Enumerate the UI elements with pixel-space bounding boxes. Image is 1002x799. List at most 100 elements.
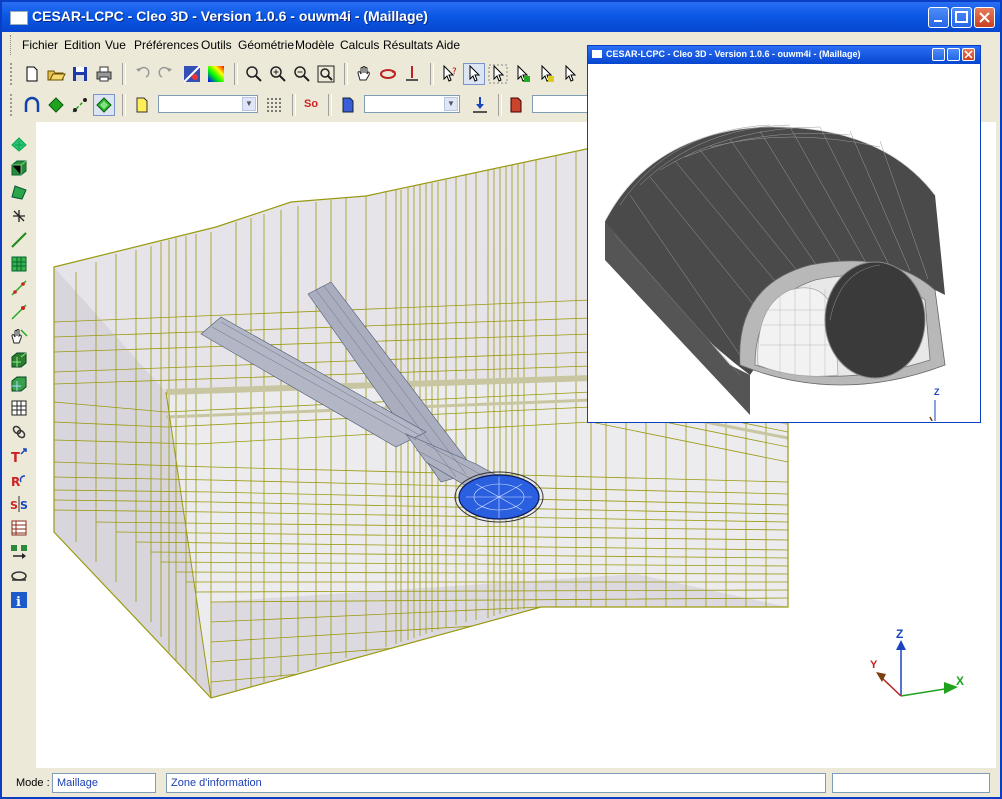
menu-preferences[interactable]: Préférences [134, 38, 199, 52]
table-mesh-button[interactable] [9, 398, 29, 418]
close-button[interactable] [974, 7, 995, 28]
close-icon [979, 12, 990, 23]
select-box-button[interactable] [488, 64, 508, 84]
so-button[interactable]: So [302, 95, 322, 115]
menu-outils[interactable]: Outils [201, 38, 232, 52]
green-block-button[interactable] [93, 94, 115, 116]
menu-calculs[interactable]: Calculs [340, 38, 379, 52]
menu-fichier[interactable]: Fichier [22, 38, 58, 52]
volume-mesh-button[interactable] [9, 350, 29, 370]
maximize-button[interactable] [951, 7, 972, 28]
green-block-icon [96, 97, 112, 113]
open-folder-icon [47, 70, 66, 81]
grid-mesh-button[interactable] [9, 254, 29, 274]
menu-aide[interactable]: Aide [436, 38, 460, 52]
move-node-button[interactable] [9, 326, 29, 346]
check-button[interactable] [9, 566, 29, 586]
select-green-button[interactable] [512, 64, 532, 84]
load-button[interactable] [470, 95, 490, 115]
undo-button[interactable] [132, 64, 152, 84]
toolbar-separator [430, 63, 434, 85]
green-point-button[interactable] [46, 95, 66, 115]
print-button[interactable] [94, 64, 114, 84]
help-cursor-button[interactable]: ? [440, 64, 460, 84]
select-multi-button[interactable] [560, 64, 580, 84]
toolbar-grip[interactable] [10, 94, 15, 116]
group-button[interactable] [132, 95, 152, 115]
menu-vue[interactable]: Vue [105, 38, 126, 52]
inset-view-window[interactable]: CESAR-LCPC - Cleo 3D - Version 1.0.6 - o… [587, 45, 981, 428]
undo-icon [136, 66, 150, 78]
arch-button[interactable] [22, 95, 42, 115]
title-bar[interactable]: CESAR-LCPC - Cleo 3D - Version 1.0.6 - o… [2, 2, 1000, 32]
line-button[interactable] [9, 230, 29, 250]
select-cursor-icon [469, 64, 481, 82]
axis-view-icon [406, 66, 418, 81]
minimize-button[interactable] [928, 7, 949, 28]
select-yellow-button[interactable] [536, 64, 556, 84]
info-button[interactable]: i [9, 590, 29, 610]
condition-select[interactable] [532, 95, 592, 113]
axis-view-button[interactable] [402, 64, 422, 84]
color-map-button[interactable] [206, 64, 226, 84]
surface-button[interactable] [9, 134, 29, 154]
inset-title-bar[interactable]: CESAR-LCPC - Cleo 3D - Version 1.0.6 - o… [588, 46, 980, 64]
shaded-view-button[interactable] [182, 64, 202, 84]
intersection-icon [13, 210, 25, 222]
info-icon: i [11, 592, 27, 610]
line-edit-button[interactable] [9, 302, 29, 322]
volume-mesh-blue-button[interactable] [9, 374, 29, 394]
pan-button[interactable] [354, 64, 374, 84]
chevron-down-icon: ▼ [444, 97, 458, 111]
toolbar-grip[interactable] [10, 63, 15, 85]
open-file-button[interactable] [46, 64, 66, 84]
properties-button[interactable] [9, 518, 29, 538]
inset-close-button[interactable] [962, 48, 975, 61]
inset-axis-triad [929, 400, 969, 428]
menu-edition[interactable]: Edition [64, 38, 101, 52]
close-icon [964, 50, 973, 59]
app-icon[interactable] [10, 11, 28, 25]
link-button[interactable] [9, 422, 29, 442]
inset-minimize-button[interactable] [932, 48, 945, 61]
mesh-dots-button[interactable] [264, 95, 284, 115]
menu-modele[interactable]: Modèle [295, 38, 334, 52]
group-select[interactable]: ▼ [158, 95, 258, 113]
new-file-button[interactable] [22, 64, 42, 84]
condition-button[interactable] [506, 95, 526, 115]
rotate-button[interactable] [378, 64, 398, 84]
select-button[interactable] [463, 63, 485, 85]
material-button[interactable] [338, 95, 358, 115]
zoom-fit-button[interactable] [316, 64, 336, 84]
volume-button[interactable] [9, 158, 29, 178]
transfer-button[interactable] [9, 542, 29, 562]
mode-label: Mode : [16, 777, 50, 789]
table-mesh-icon [11, 400, 27, 416]
inset-3d-view[interactable]: Z [590, 65, 978, 428]
points-line-button[interactable] [70, 95, 90, 115]
translate-t-icon: T [11, 448, 27, 466]
rotate-r-button[interactable]: R [9, 470, 29, 490]
zoom-in-button[interactable] [268, 64, 288, 84]
inset-maximize-button[interactable] [947, 48, 960, 61]
symmetry-button[interactable]: SS [9, 494, 29, 514]
zoom-out-button[interactable] [292, 64, 312, 84]
save-button[interactable] [70, 64, 90, 84]
menu-resultats[interactable]: Résultats [383, 38, 433, 52]
line-points-button[interactable] [9, 278, 29, 298]
extrude-button[interactable] [9, 182, 29, 202]
redo-button[interactable] [156, 64, 176, 84]
inset-axis-label-z: Z [934, 387, 940, 397]
material-select[interactable]: ▼ [364, 95, 460, 113]
menu-grip[interactable] [10, 35, 14, 55]
menu-geometrie[interactable]: Géométrie [238, 38, 294, 52]
chevron-down-icon: ▼ [242, 97, 256, 111]
axis-triad [876, 640, 958, 697]
intersection-button[interactable] [9, 206, 29, 226]
hand-node-icon [11, 329, 28, 344]
help-cursor-icon: ? [443, 64, 457, 82]
zoom-button[interactable] [244, 64, 264, 84]
application-window: CESAR-LCPC - Cleo 3D - Version 1.0.6 - o… [0, 0, 1002, 799]
translate-button[interactable]: T [9, 446, 29, 466]
svg-text:T: T [11, 451, 20, 466]
